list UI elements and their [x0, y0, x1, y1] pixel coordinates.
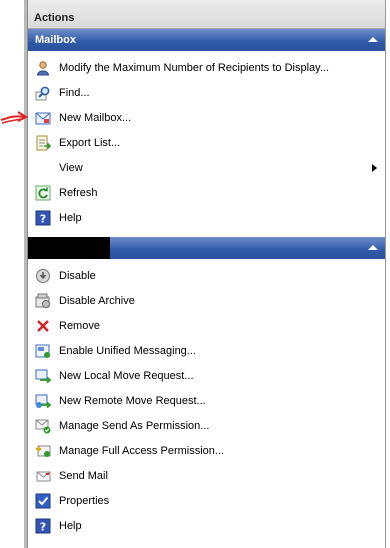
full-access-icon: [36, 445, 51, 457]
action-new-mailbox[interactable]: New Mailbox...: [28, 106, 385, 131]
user-icon: [36, 61, 50, 76]
action-remove[interactable]: Remove: [28, 314, 385, 339]
action-new-local-move-request[interactable]: New Local Move Request...: [28, 364, 385, 389]
local-move-icon: [35, 369, 51, 384]
action-enable-unified-messaging[interactable]: Enable Unified Messaging...: [28, 339, 385, 364]
action-help[interactable]: ? Help: [28, 206, 385, 231]
action-new-remote-move-request[interactable]: New Remote Move Request...: [28, 389, 385, 414]
properties-icon: [35, 493, 51, 509]
unified-messaging-icon: [35, 344, 50, 358]
action-send-mail[interactable]: Send Mail: [28, 464, 385, 489]
refresh-icon: [35, 185, 51, 201]
action-properties[interactable]: Properties: [28, 489, 385, 514]
action-view[interactable]: View: [28, 156, 385, 181]
help-icon: ?: [35, 518, 51, 534]
red-annotation-arrow-icon: [0, 111, 29, 124]
action-disable[interactable]: Disable: [28, 264, 385, 289]
action-export-list[interactable]: Export List...: [28, 131, 385, 156]
send-as-icon: [35, 419, 51, 434]
actions-pane: Actions Mailbox Modify the Maximum Numbe…: [28, 0, 385, 548]
help-icon: ?: [35, 210, 51, 226]
section-title: Mailbox: [35, 34, 76, 46]
action-disable-archive[interactable]: Disable Archive: [28, 289, 385, 314]
find-icon: [35, 86, 50, 101]
submenu-arrow-icon: [372, 164, 377, 172]
svg-text:?: ?: [40, 521, 46, 534]
remove-icon: [37, 320, 49, 332]
redacted-section-title: [28, 237, 110, 259]
action-manage-send-as-permission[interactable]: Manage Send As Permission...: [28, 414, 385, 439]
export-icon: [36, 135, 51, 151]
action-find[interactable]: Find...: [28, 81, 385, 106]
action-manage-full-access-permission[interactable]: Manage Full Access Permission...: [28, 439, 385, 464]
svg-text:?: ?: [40, 213, 46, 226]
section-header-mailbox[interactable]: Mailbox: [28, 29, 385, 51]
section-header-selected-user[interactable]: [28, 237, 385, 259]
disable-icon: [36, 269, 50, 283]
archive-icon: [35, 293, 50, 308]
action-refresh[interactable]: Refresh: [28, 181, 385, 206]
action-modify-max-recipients[interactable]: Modify the Maximum Number of Recipients …: [28, 56, 385, 81]
collapse-icon[interactable]: [367, 242, 379, 254]
collapse-icon[interactable]: [367, 34, 379, 46]
action-help-2[interactable]: ? Help: [28, 514, 385, 539]
pane-title: Actions: [28, 0, 385, 29]
remote-move-icon: [35, 394, 51, 409]
new-mailbox-icon: [35, 112, 51, 125]
right-border: [385, 0, 386, 548]
mail-icon: [36, 471, 51, 482]
